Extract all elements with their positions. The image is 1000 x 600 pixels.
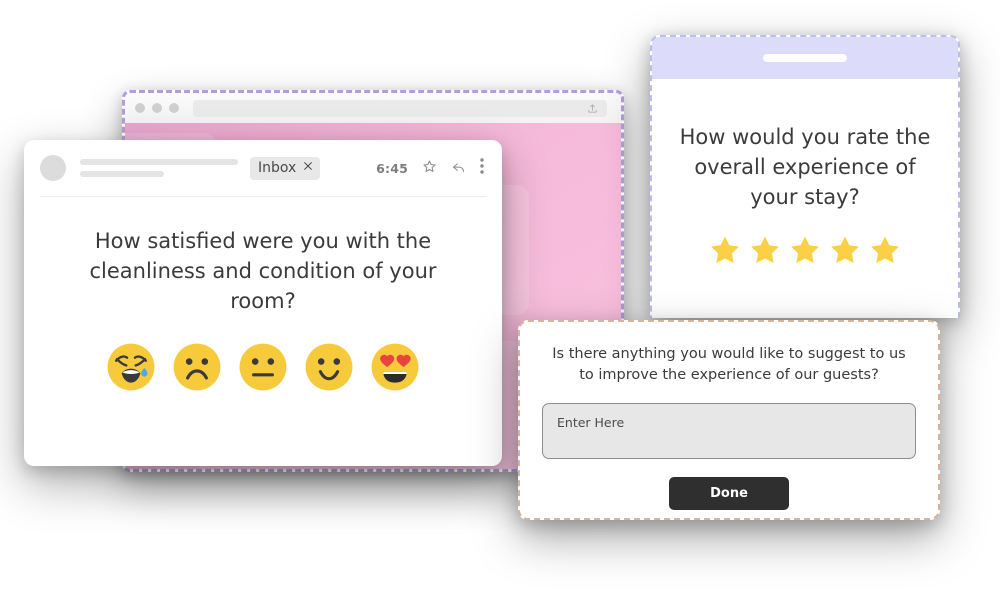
avatar [40, 155, 66, 181]
inbox-label-text: Inbox [258, 159, 297, 176]
phone-question-text: How would you rate the overall experienc… [679, 125, 931, 209]
suggestion-input[interactable] [542, 403, 916, 460]
email-timestamp: 6:45 [376, 160, 408, 176]
suggestion-question-text: Is there anything you would like to sugg… [552, 346, 906, 383]
star-rating-scale[interactable] [652, 234, 958, 266]
skeleton-line [80, 171, 164, 177]
more-vertical-icon[interactable] [480, 158, 484, 178]
close-icon[interactable] [303, 161, 313, 174]
window-traffic-lights[interactable] [135, 103, 179, 113]
close-window-dot[interactable] [135, 103, 145, 113]
star-outline-icon[interactable] [422, 159, 437, 178]
email-question-text: How satisfied were you with the cleanlin… [89, 229, 437, 313]
phone-status-bar [652, 37, 958, 79]
frowning-face-emoji[interactable] [172, 342, 222, 392]
phone-speaker-icon [763, 54, 847, 62]
star-icon[interactable] [789, 234, 821, 266]
browser-chrome [125, 93, 621, 123]
email-actions: 6:45 [376, 158, 484, 178]
crying-face-emoji[interactable] [106, 342, 156, 392]
screenshot-stage: Inbox 6:45 How satisfied were you with t… [0, 0, 1000, 600]
sender-placeholder [80, 159, 238, 177]
phone-survey-card: How would you rate the overall experienc… [650, 35, 960, 318]
star-icon[interactable] [869, 234, 901, 266]
divider [40, 196, 486, 197]
address-bar[interactable] [193, 99, 607, 118]
suggestion-dialog: Is there anything you would like to sugg… [518, 320, 940, 520]
emoji-rating-scale[interactable] [24, 342, 502, 392]
star-icon[interactable] [829, 234, 861, 266]
neutral-face-emoji[interactable] [238, 342, 288, 392]
minimize-window-dot[interactable] [152, 103, 162, 113]
upload-share-icon[interactable] [587, 99, 598, 118]
maximize-window-dot[interactable] [169, 103, 179, 113]
heart-eyes-face-emoji[interactable] [370, 342, 420, 392]
skeleton-line [80, 159, 238, 165]
star-icon[interactable] [709, 234, 741, 266]
inbox-label-chip[interactable]: Inbox [250, 156, 321, 180]
reply-arrow-icon[interactable] [451, 159, 466, 178]
dialog-actions: Done [520, 477, 938, 511]
slightly-smiling-face-emoji[interactable] [304, 342, 354, 392]
star-icon[interactable] [749, 234, 781, 266]
email-header: Inbox 6:45 [24, 140, 502, 196]
email-survey-card: Inbox 6:45 How satisfied were you with t… [24, 140, 502, 466]
done-button[interactable]: Done [669, 477, 789, 511]
